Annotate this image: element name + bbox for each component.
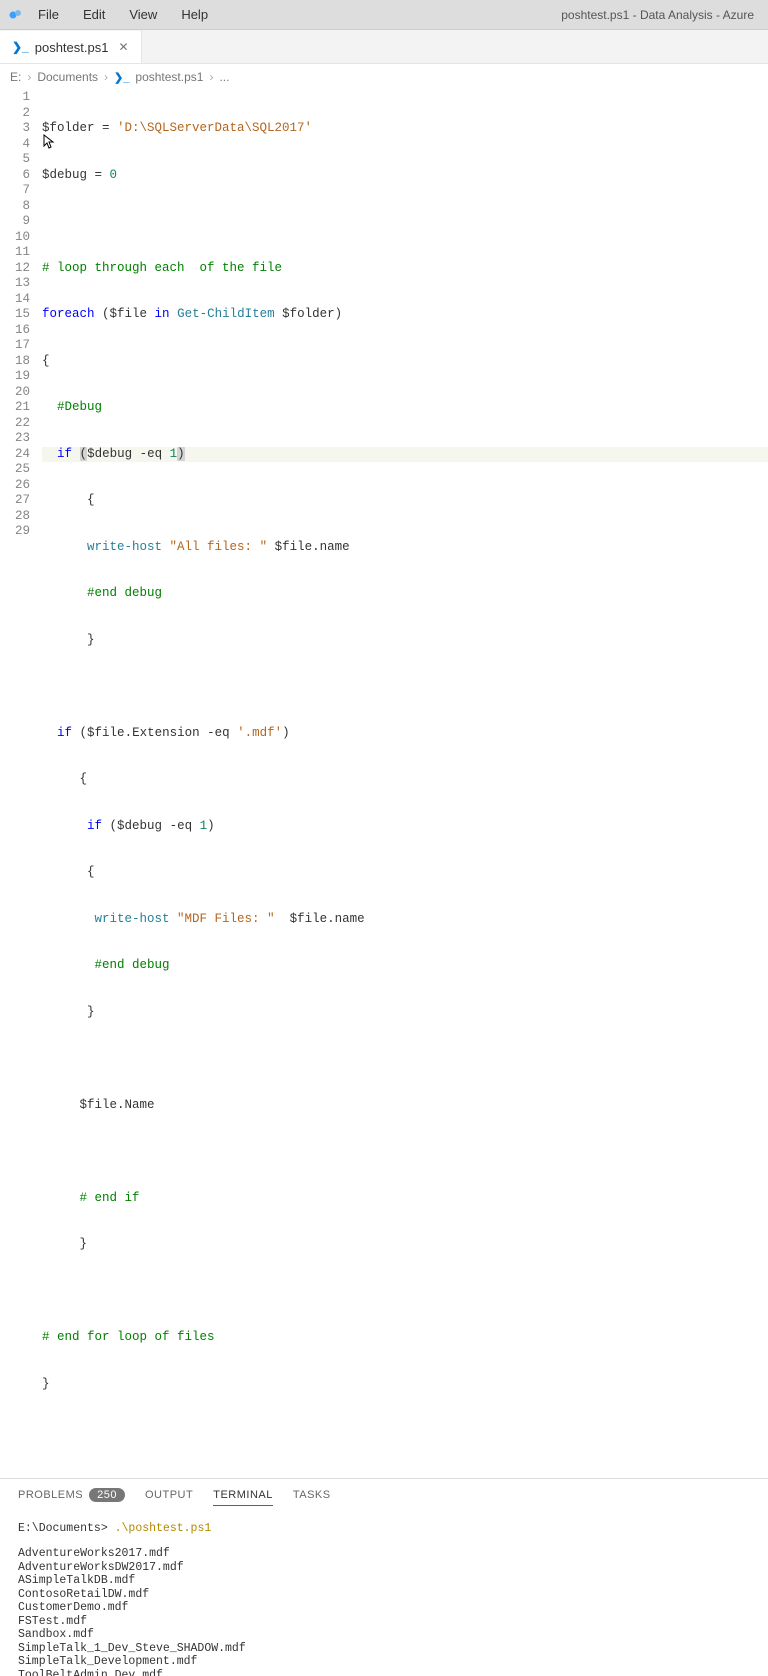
tab-poshtest[interactable]: ❯_ poshtest.ps1 ✕ [0,30,142,63]
breadcrumb-file[interactable]: poshtest.ps1 [135,70,203,84]
terminal-output-line: SimpleTalk_Development.mdf [18,1655,750,1669]
breadcrumb-folder[interactable]: Documents [37,70,98,84]
terminal-command: .\poshtest.ps1 [115,1522,212,1535]
menu-view[interactable]: View [119,3,167,26]
terminal-output-line: ContosoRetailDW.mdf [18,1588,750,1602]
terminal-output-line: Sandbox.mdf [18,1628,750,1642]
terminal-output-line: ASimpleTalkDB.mdf [18,1574,750,1588]
menubar: File Edit View Help [8,3,218,26]
terminal[interactable]: E:\Documents> .\poshtest.ps1 AdventureWo… [0,1512,768,1676]
terminal-output-line: FSTest.mdf [18,1615,750,1629]
menu-file[interactable]: File [28,3,69,26]
editor-tabbar: ❯_ poshtest.ps1 ✕ [0,30,768,64]
close-icon[interactable]: ✕ [118,40,128,54]
app-icon [8,7,24,23]
titlebar: File Edit View Help poshtest.ps1 - Data … [0,0,768,30]
powershell-icon: ❯_ [114,71,129,84]
line-number-gutter: 1234567891011121314151617181920212223242… [0,90,42,1470]
panel-tabs: PROBLEMS250 OUTPUT TERMINAL TASKS [0,1479,768,1512]
tab-output[interactable]: OUTPUT [145,1485,193,1505]
terminal-output-line: AdventureWorksDW2017.mdf [18,1561,750,1575]
menu-edit[interactable]: Edit [73,3,115,26]
code-content[interactable]: $folder = 'D:\SQLServerData\SQL2017' $de… [42,90,768,1470]
chevron-right-icon: › [104,70,108,84]
breadcrumb-drive[interactable]: E: [10,70,21,84]
terminal-output-line: SimpleTalk_1_Dev_Steve_SHADOW.mdf [18,1642,750,1656]
tab-label: poshtest.ps1 [35,40,109,55]
menu-help[interactable]: Help [171,3,218,26]
breadcrumb[interactable]: E: › Documents › ❯_ poshtest.ps1 › ... [0,64,768,90]
terminal-output-line: AdventureWorks2017.mdf [18,1547,750,1561]
terminal-prompt: E:\Documents> [18,1522,115,1535]
chevron-right-icon: › [209,70,213,84]
terminal-output-line: CustomerDemo.mdf [18,1601,750,1615]
tab-terminal[interactable]: TERMINAL [213,1485,273,1506]
tab-tasks[interactable]: TASKS [293,1485,331,1505]
code-editor[interactable]: 1234567891011121314151617181920212223242… [0,90,768,1470]
terminal-output-line: ToolBeltAdmin_Dev.mdf [18,1669,750,1676]
breadcrumb-more[interactable]: ... [219,70,229,84]
window-title: poshtest.ps1 - Data Analysis - Azure [561,8,760,22]
problems-count-badge: 250 [89,1488,125,1502]
chevron-right-icon: › [27,70,31,84]
tab-problems[interactable]: PROBLEMS250 [18,1485,125,1505]
powershell-icon: ❯_ [12,40,29,54]
bottom-panel: PROBLEMS250 OUTPUT TERMINAL TASKS E:\Doc… [0,1478,768,1676]
